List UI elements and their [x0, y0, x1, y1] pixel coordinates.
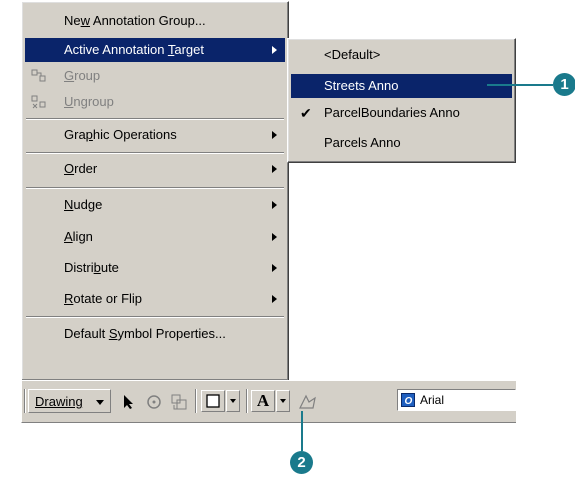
font-name-field[interactable]: O Arial — [397, 389, 516, 411]
submenu-arrow-icon — [272, 233, 277, 241]
menu-item-label: Group — [64, 68, 101, 83]
menu-item-new-annotation-group[interactable]: New Annotation Group... — [25, 9, 285, 33]
menu-item-label: New Annotation Group... — [64, 13, 206, 28]
menu-item-nudge[interactable]: Nudge — [25, 193, 285, 217]
menu-item-rotate-or-flip[interactable]: Rotate or Flip — [25, 287, 285, 311]
toolbar-separator — [246, 389, 248, 413]
menu-item-label: Graphic Operations — [64, 127, 177, 142]
rectangle-icon — [206, 394, 220, 408]
chevron-down-icon — [96, 400, 104, 405]
menu-item-group[interactable]: Group — [25, 64, 285, 88]
menu-item-distribute[interactable]: Distribute — [25, 256, 285, 280]
font-color-icon: A — [256, 391, 270, 410]
callout-badge-2: 2 — [290, 451, 313, 474]
menu-separator — [26, 118, 284, 120]
rectangle-dropdown[interactable] — [226, 390, 240, 412]
menu-item-label: Ungroup — [64, 94, 114, 109]
opentype-font-icon: O — [401, 393, 415, 407]
ungroup-icon — [31, 95, 46, 109]
drawing-context-menu: New Annotation Group... Active Annotatio… — [21, 1, 289, 381]
menu-item-ungroup[interactable]: Ungroup — [25, 90, 285, 114]
callout-badge-1: 1 — [553, 73, 575, 96]
callout-leader-line — [487, 84, 553, 86]
menu-item-label: Align — [64, 229, 93, 244]
menu-item-label: Nudge — [64, 197, 103, 212]
submenu-item-default[interactable]: <Default> — [291, 43, 512, 67]
submenu-item-label: <Default> — [324, 47, 381, 62]
menu-item-label: Rotate or Flip — [64, 291, 143, 306]
drawing-button-label: Drawing — [35, 394, 83, 409]
submenu-arrow-icon — [272, 46, 277, 54]
menu-item-graphic-operations[interactable]: Graphic Operations — [25, 123, 285, 147]
font-color-dropdown[interactable] — [276, 390, 290, 412]
submenu-arrow-icon — [272, 295, 277, 303]
menu-separator — [26, 316, 284, 318]
drawing-toolbar: Drawing A O Arial — [21, 380, 516, 423]
toolbar-grip — [24, 389, 26, 413]
svg-text:O: O — [405, 396, 413, 407]
menu-item-label: Active Annotation Target — [64, 42, 204, 57]
font-name-value: Arial — [420, 393, 445, 407]
drawing-menu-button[interactable]: Drawing — [28, 389, 111, 413]
new-rectangle-button[interactable] — [201, 390, 225, 412]
checkmark-icon: ✔ — [300, 105, 312, 121]
group-icon — [31, 69, 46, 82]
menu-item-align[interactable]: Align — [25, 225, 285, 249]
annotation-target-submenu: <Default> Streets Anno ✔ ParcelBoundarie… — [287, 38, 516, 163]
menu-separator — [26, 187, 284, 189]
zoom-to-elements-icon[interactable] — [169, 392, 189, 412]
submenu-item-parcelboundaries-anno[interactable]: ✔ ParcelBoundaries Anno — [291, 101, 512, 125]
edit-annotation-icon[interactable] — [298, 393, 318, 411]
callout-leader-line — [301, 411, 303, 451]
submenu-arrow-icon — [272, 165, 277, 173]
submenu-item-label: Streets Anno — [324, 78, 399, 93]
menu-item-order[interactable]: Order — [25, 157, 285, 181]
submenu-item-label: Parcels Anno — [324, 135, 401, 150]
menu-item-label: Order — [64, 161, 98, 176]
submenu-arrow-icon — [272, 201, 277, 209]
menu-item-active-annotation-target[interactable]: Active Annotation Target — [25, 38, 285, 62]
submenu-item-streets-anno[interactable]: Streets Anno — [291, 74, 512, 98]
menu-item-label: Default Symbol Properties... — [64, 326, 226, 341]
rotate-icon[interactable] — [145, 393, 163, 411]
menu-item-label: Distribute — [64, 260, 119, 275]
toolbar-separator — [195, 389, 197, 413]
select-elements-icon[interactable] — [122, 394, 136, 410]
font-color-button[interactable]: A — [251, 390, 275, 412]
submenu-arrow-icon — [272, 264, 277, 272]
submenu-arrow-icon — [272, 131, 277, 139]
menu-item-default-symbol-properties[interactable]: Default Symbol Properties... — [25, 322, 285, 346]
menu-separator — [26, 152, 284, 154]
submenu-item-parcels-anno[interactable]: Parcels Anno — [291, 131, 512, 155]
submenu-item-label: ParcelBoundaries Anno — [324, 105, 460, 120]
